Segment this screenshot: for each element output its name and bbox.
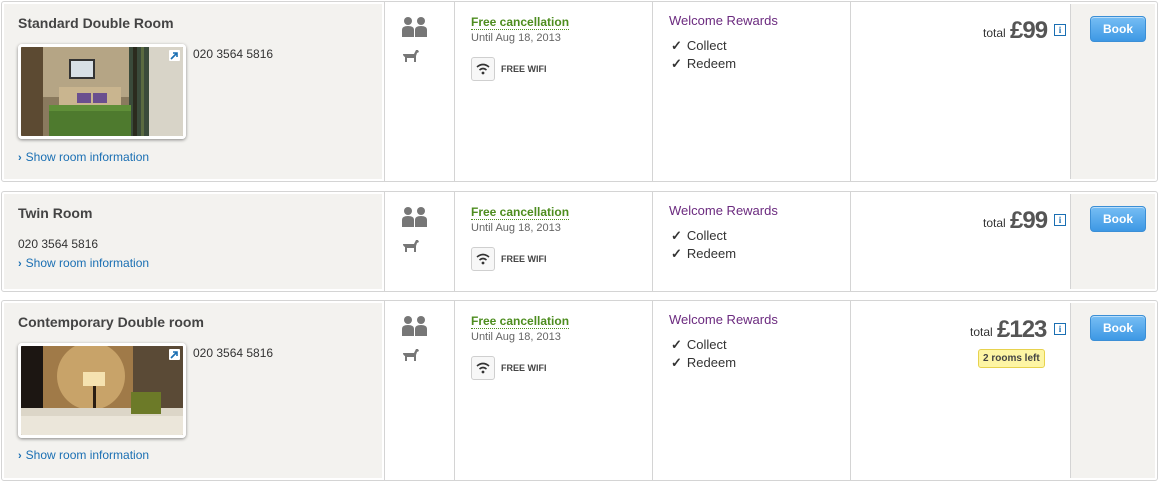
- room-phone: 020 3564 5816: [193, 47, 274, 61]
- price-panel: total £123 i 2 rooms left: [850, 301, 1071, 480]
- amenity-label: FREE WIFI: [501, 363, 547, 373]
- expand-icon[interactable]: [169, 50, 180, 61]
- rewards-title: Welcome Rewards: [669, 312, 778, 327]
- check-icon: ✓: [671, 228, 682, 243]
- room-info-panel: Twin Room 020 3564 5816 › Show room infor…: [4, 194, 382, 289]
- rewards-collect-item: ✓ Collect: [671, 38, 727, 54]
- cancellation-panel: Free cancellation Until Aug 18, 2013 FRE…: [454, 301, 653, 480]
- chevron-right-icon: ›: [18, 450, 22, 462]
- pet-dog-icon: [403, 349, 419, 361]
- total-label: total: [983, 26, 1006, 40]
- show-room-information-link[interactable]: › Show room information: [18, 256, 149, 270]
- occupancy-panel: [384, 2, 455, 181]
- free-cancellation-link[interactable]: Free cancellation: [471, 314, 570, 329]
- check-icon: ✓: [671, 56, 682, 71]
- pet-dog-icon: [403, 240, 419, 252]
- room-info-panel: Standard Double Room 020 3564 5816 › Sho…: [4, 4, 382, 179]
- room-row: Standard Double Room 020 3564 5816 › Sho…: [1, 1, 1158, 182]
- pet-dog-icon: [403, 50, 419, 62]
- room-name: Twin Room: [18, 205, 93, 221]
- room-photo[interactable]: [18, 343, 186, 438]
- check-icon: ✓: [671, 246, 682, 261]
- check-icon: ✓: [671, 38, 682, 53]
- rewards-panel: Welcome Rewards ✓ Collect ✓ Redeem: [652, 2, 851, 181]
- total-label: total: [970, 325, 993, 339]
- bedroom-photo-image: [21, 47, 183, 136]
- room-info-panel: Contemporary Double room 020 3564 5816 ›…: [4, 303, 382, 478]
- cancellation-panel: Free cancellation Until Aug 18, 2013 FRE…: [454, 192, 653, 291]
- rewards-redeem-item: ✓ Redeem: [671, 355, 736, 371]
- room-row: Contemporary Double room 020 3564 5816 ›…: [1, 300, 1158, 481]
- chevron-right-icon: ›: [18, 258, 22, 270]
- book-button[interactable]: Book: [1090, 206, 1146, 232]
- room-phone: 020 3564 5816: [18, 237, 99, 251]
- price-panel: total £99 i: [850, 192, 1071, 291]
- wifi-icon: [471, 356, 495, 380]
- room-row: Twin Room 020 3564 5816 › Show room infor…: [1, 191, 1158, 292]
- show-room-information-link[interactable]: › Show room information: [18, 150, 149, 164]
- two-adults-icon: [402, 316, 427, 336]
- rewards-redeem-item: ✓ Redeem: [671, 56, 736, 72]
- occupancy-panel: [384, 301, 455, 480]
- bedroom-photo-image: [21, 346, 183, 435]
- wifi-icon: [471, 247, 495, 271]
- show-room-information-label: Show room information: [25, 150, 150, 164]
- rewards-title: Welcome Rewards: [669, 13, 778, 28]
- rewards-collect-item: ✓ Collect: [671, 228, 727, 244]
- check-icon: ✓: [671, 355, 682, 370]
- price-panel: total £99 i: [850, 2, 1071, 181]
- rewards-item-label: Collect: [686, 228, 727, 243]
- rewards-item-label: Redeem: [686, 246, 737, 261]
- price-amount: £99: [1010, 17, 1048, 44]
- book-panel: Book: [1070, 194, 1155, 289]
- book-panel: Book: [1070, 303, 1155, 478]
- rewards-title: Welcome Rewards: [669, 203, 778, 218]
- check-icon: ✓: [671, 337, 682, 352]
- cancellation-deadline: Until Aug 18, 2013: [471, 32, 561, 44]
- book-panel: Book: [1070, 4, 1155, 179]
- rewards-item-label: Collect: [686, 337, 727, 352]
- cancellation-deadline: Until Aug 18, 2013: [471, 331, 561, 343]
- wifi-icon: [471, 57, 495, 81]
- free-cancellation-link[interactable]: Free cancellation: [471, 205, 570, 220]
- rewards-collect-item: ✓ Collect: [671, 337, 727, 353]
- book-button[interactable]: Book: [1090, 315, 1146, 341]
- info-icon[interactable]: i: [1054, 24, 1066, 36]
- total-label: total: [983, 216, 1006, 230]
- price-amount: £123: [997, 316, 1047, 343]
- amenity-label: FREE WIFI: [501, 64, 547, 74]
- room-photo[interactable]: [18, 44, 186, 139]
- rewards-item-label: Redeem: [686, 56, 737, 71]
- two-adults-icon: [402, 17, 427, 37]
- chevron-right-icon: ›: [18, 152, 22, 164]
- two-adults-icon: [402, 207, 427, 227]
- rewards-item-label: Redeem: [686, 355, 737, 370]
- rewards-redeem-item: ✓ Redeem: [671, 246, 736, 262]
- occupancy-panel: [384, 192, 455, 291]
- cancellation-panel: Free cancellation Until Aug 18, 2013 FRE…: [454, 2, 653, 181]
- room-phone: 020 3564 5816: [193, 346, 274, 360]
- room-name: Standard Double Room: [18, 15, 174, 31]
- cancellation-deadline: Until Aug 18, 2013: [471, 222, 561, 234]
- amenity-label: FREE WIFI: [501, 254, 547, 264]
- show-room-information-label: Show room information: [25, 256, 150, 270]
- price-amount: £99: [1010, 207, 1048, 234]
- rewards-item-label: Collect: [686, 38, 727, 53]
- show-room-information-link[interactable]: › Show room information: [18, 448, 149, 462]
- rewards-panel: Welcome Rewards ✓ Collect ✓ Redeem: [652, 192, 851, 291]
- show-room-information-label: Show room information: [25, 448, 150, 462]
- rewards-panel: Welcome Rewards ✓ Collect ✓ Redeem: [652, 301, 851, 480]
- info-icon[interactable]: i: [1054, 214, 1066, 226]
- free-cancellation-link[interactable]: Free cancellation: [471, 15, 570, 30]
- rooms-left-badge: 2 rooms left: [978, 349, 1045, 368]
- info-icon[interactable]: i: [1054, 323, 1066, 335]
- room-name: Contemporary Double room: [18, 314, 204, 330]
- book-button[interactable]: Book: [1090, 16, 1146, 42]
- expand-icon[interactable]: [169, 349, 180, 360]
